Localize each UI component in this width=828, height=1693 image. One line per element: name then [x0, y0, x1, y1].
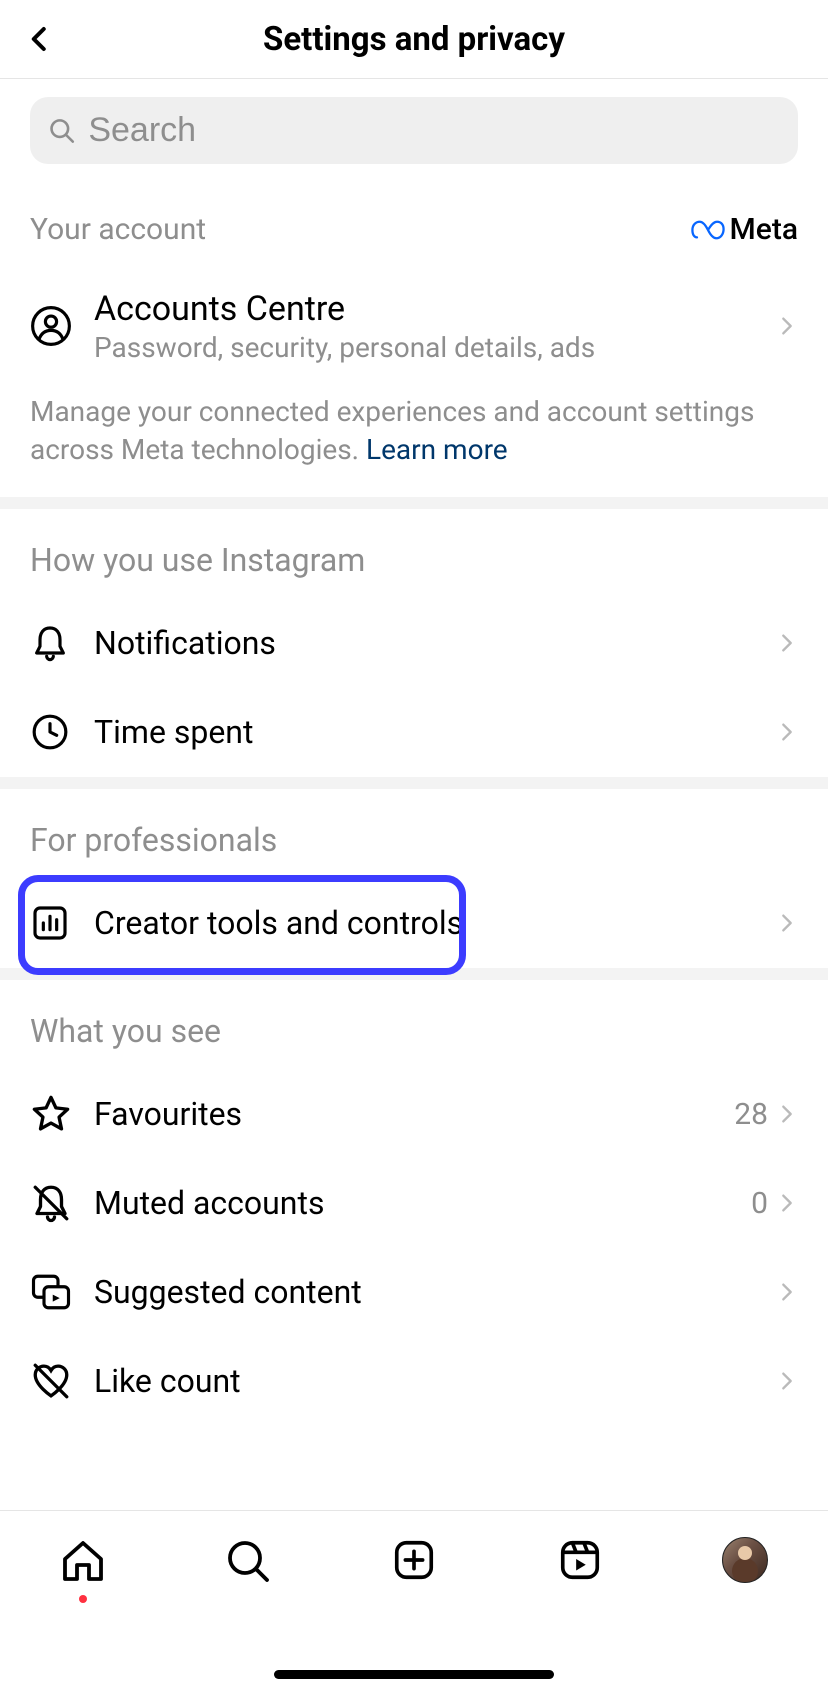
favourites-label: Favourites: [94, 1095, 734, 1133]
settings-content: Your account Meta Accounts Centre Passwo…: [0, 79, 828, 1510]
accounts-centre-row[interactable]: Accounts Centre Password, security, pers…: [0, 273, 828, 379]
nav-reels[interactable]: [497, 1537, 663, 1583]
reels-icon: [557, 1537, 603, 1583]
section-title-use: How you use Instagram: [30, 541, 365, 579]
how-you-use-section: How you use Instagram Notifications Time…: [0, 509, 828, 777]
chevron-right-icon: [776, 721, 798, 743]
back-button[interactable]: [18, 17, 62, 61]
chevron-right-icon: [776, 1192, 798, 1214]
your-account-section: Your account Meta Accounts Centre Passwo…: [0, 182, 828, 497]
insights-icon: [30, 903, 94, 943]
heart-slash-icon: [30, 1360, 94, 1402]
notifications-row[interactable]: Notifications: [0, 599, 828, 688]
search-box[interactable]: [30, 97, 798, 164]
meta-badge: Meta: [691, 212, 798, 247]
search-input[interactable]: [88, 111, 780, 150]
suggested-content-label: Suggested content: [94, 1273, 776, 1311]
search-container: [0, 79, 828, 182]
chevron-right-icon: [776, 632, 798, 654]
favourites-row[interactable]: Favourites 28: [0, 1070, 828, 1159]
search-icon: [48, 116, 76, 146]
bell-icon: [30, 623, 94, 663]
home-indicator: [274, 1670, 554, 1679]
accounts-centre-label: Accounts Centre: [94, 289, 776, 329]
suggested-content-row[interactable]: Suggested content: [0, 1248, 828, 1337]
section-title-account: Your account: [30, 212, 206, 247]
user-circle-icon: [30, 305, 94, 347]
chevron-right-icon: [776, 315, 798, 337]
header-bar: Settings and privacy: [0, 0, 828, 79]
home-icon: [59, 1537, 107, 1585]
nav-home[interactable]: [0, 1537, 166, 1585]
meta-label: Meta: [730, 212, 798, 247]
muted-accounts-label: Muted accounts: [94, 1184, 751, 1222]
learn-more-link[interactable]: Learn more: [366, 433, 508, 466]
like-count-label: Like count: [94, 1362, 776, 1400]
nav-profile[interactable]: [662, 1537, 828, 1583]
chevron-right-icon: [776, 1103, 798, 1125]
section-header-account: Your account Meta: [0, 182, 828, 273]
clock-icon: [30, 712, 94, 752]
creator-tools-row[interactable]: Creator tools and controls: [0, 879, 828, 968]
chevron-left-icon: [25, 24, 55, 54]
meta-icon: [691, 219, 725, 241]
page-title: Settings and privacy: [263, 20, 565, 59]
time-spent-label: Time spent: [94, 713, 776, 751]
nav-create[interactable]: [331, 1537, 497, 1583]
muted-accounts-row[interactable]: Muted accounts 0: [0, 1159, 828, 1248]
time-spent-row[interactable]: Time spent: [0, 688, 828, 777]
notifications-label: Notifications: [94, 624, 776, 662]
muted-accounts-count: 0: [751, 1186, 776, 1221]
favourites-count: 28: [734, 1097, 776, 1132]
creator-tools-label: Creator tools and controls: [94, 904, 776, 942]
search-icon: [224, 1537, 272, 1585]
accounts-centre-sub: Password, security, personal details, ad…: [94, 331, 776, 364]
for-professionals-section: For professionals Creator tools and cont…: [0, 789, 828, 968]
bell-slash-icon: [30, 1182, 94, 1224]
accounts-centre-helper: Manage your connected experiences and ac…: [0, 379, 828, 497]
media-icon: [30, 1271, 94, 1313]
plus-square-icon: [391, 1537, 437, 1583]
chevron-right-icon: [776, 1281, 798, 1303]
chevron-right-icon: [776, 1370, 798, 1392]
avatar-icon: [722, 1537, 768, 1583]
like-count-row[interactable]: Like count: [0, 1337, 828, 1426]
chevron-right-icon: [776, 912, 798, 934]
nav-search[interactable]: [166, 1537, 332, 1585]
section-title-pro: For professionals: [30, 821, 277, 859]
star-icon: [30, 1093, 94, 1135]
what-you-see-section: What you see Favourites 28 Muted account…: [0, 980, 828, 1426]
bottom-nav: [0, 1510, 828, 1693]
section-title-see: What you see: [30, 1012, 221, 1050]
notification-dot: [79, 1595, 87, 1603]
